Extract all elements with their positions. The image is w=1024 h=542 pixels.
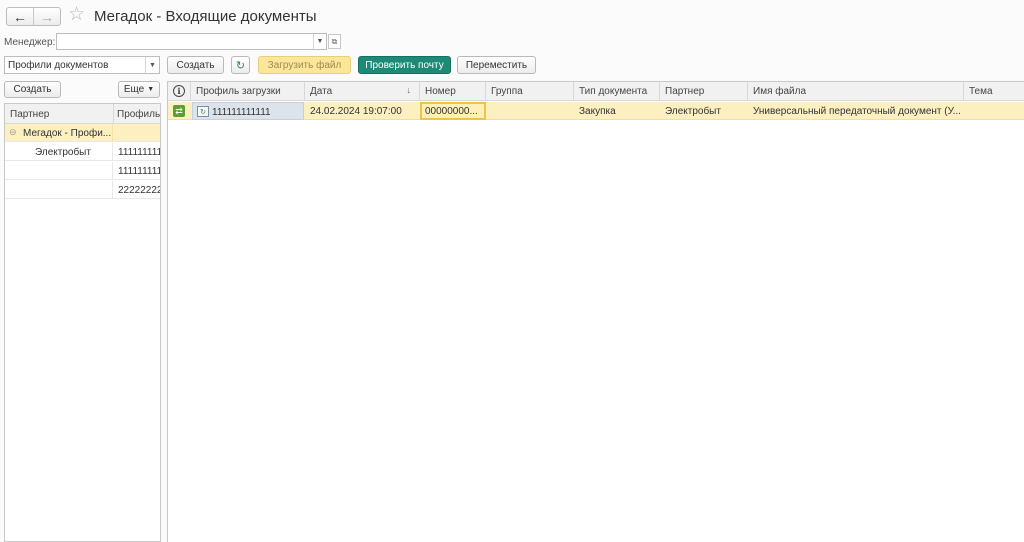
partner-profile-tree: Партнер Профиль ⊖ Мегадок - Профи... Эле… — [4, 103, 161, 542]
nav-buttons: ← → — [6, 7, 61, 26]
create-button[interactable]: Создать — [167, 56, 224, 74]
favorite-star-icon[interactable]: ☆ — [68, 5, 85, 24]
column-header-partner[interactable]: Партнер — [660, 82, 748, 101]
move-button[interactable]: Переместить — [457, 56, 536, 74]
refresh-icon[interactable]: ↻ — [231, 56, 250, 74]
row-subject-cell — [964, 102, 1024, 120]
document-icon: ↻ — [197, 106, 209, 117]
row-partner-cell: Электробыт — [665, 106, 721, 117]
manager-field[interactable]: ▼ — [56, 33, 327, 50]
more-button-label: Еще — [123, 84, 145, 95]
table-header: i Профиль загрузки Дата ↓ Номер Группа Т… — [168, 82, 1024, 101]
column-header-subject[interactable]: Тема — [964, 82, 1024, 101]
collapse-icon[interactable]: ⊖ — [9, 127, 17, 138]
row-profile-cell[interactable]: ↻ 111111111111 — [192, 102, 304, 120]
chevron-down-icon: ▼ — [147, 86, 155, 93]
column-header-profile[interactable]: Профиль загрузки — [191, 82, 305, 101]
row-number-cell[interactable]: 00000000... — [420, 102, 486, 120]
page-title: Мегадок - Входящие документы — [94, 8, 317, 25]
tree-row-partner: Электробыт — [35, 147, 91, 158]
row-doc-type-cell: Закупка — [579, 106, 616, 117]
profiles-select[interactable]: Профили документов ▼ — [4, 56, 160, 74]
tree-row[interactable]: 222222222 — [5, 181, 160, 199]
column-header-doc-type[interactable]: Тип документа — [574, 82, 660, 101]
open-icon[interactable]: ⧉ — [328, 34, 341, 49]
column-header-file-name[interactable]: Имя файла — [748, 82, 964, 101]
title-bar: ← → ☆ Мегадок - Входящие документы — [0, 0, 1024, 32]
row-status-cell: ⇄ — [168, 102, 191, 120]
tree-row-partner: Мегадок - Профи... — [23, 128, 112, 139]
documents-table: i Профиль загрузки Дата ↓ Номер Группа Т… — [167, 81, 1024, 542]
tree-row[interactable]: 111111111 — [5, 162, 160, 180]
more-button[interactable]: Еще ▼ — [118, 81, 160, 98]
load-file-button[interactable]: Загрузить файл — [258, 56, 351, 74]
forward-arrow-icon[interactable]: → — [34, 8, 60, 25]
column-header-number[interactable]: Номер — [420, 82, 486, 101]
profiles-select-value: Профили документов — [8, 60, 109, 71]
tree-row[interactable]: Электробыт 111111111 — [5, 143, 160, 161]
row-date-cell: 24.02.2024 19:07:00 — [310, 106, 402, 117]
tree-row-profile: 111111111 — [118, 147, 161, 158]
chevron-down-icon[interactable]: ▼ — [145, 57, 159, 73]
tree-header: Партнер Профиль — [5, 104, 160, 124]
table-row[interactable]: ⇄ ↻ 111111111111 24.02.2024 19:07:00 000… — [168, 102, 1024, 120]
exchange-status-icon: ⇄ — [173, 105, 185, 117]
row-group-cell — [486, 102, 574, 120]
column-header-partner[interactable]: Партнер — [10, 109, 49, 120]
back-arrow-icon[interactable]: ← — [7, 8, 34, 25]
info-icon: i — [173, 85, 185, 97]
column-header-group[interactable]: Группа — [486, 82, 574, 101]
tree-row-profile: 111111111 — [118, 166, 161, 177]
row-file-name-cell: Универсальный передаточный документ (У..… — [753, 106, 961, 117]
sort-down-icon: ↓ — [406, 85, 412, 95]
column-header-info[interactable]: i — [168, 82, 191, 101]
left-create-button[interactable]: Создать — [4, 81, 61, 98]
column-header-date[interactable]: Дата ↓ — [305, 82, 420, 101]
chevron-down-icon[interactable]: ▼ — [313, 34, 326, 49]
tree-row[interactable]: ⊖ Мегадок - Профи... — [5, 124, 160, 142]
column-header-profile[interactable]: Профиль — [117, 109, 160, 120]
check-mail-button[interactable]: Проверить почту — [358, 56, 451, 74]
tree-row-profile: 222222222 — [118, 185, 160, 196]
manager-label: Менеджер: — [4, 37, 56, 48]
